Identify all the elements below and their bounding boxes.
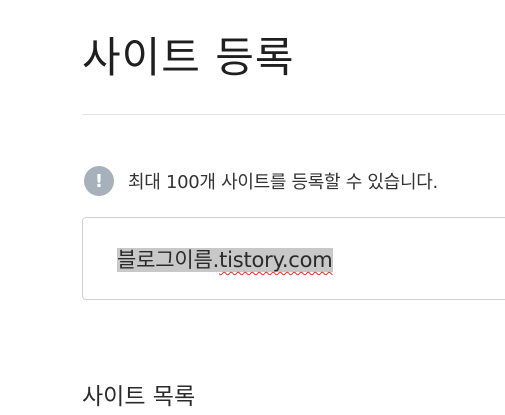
site-registration-page: 사이트 등록 ! 최대 100개 사이트를 등록할 수 있습니다. 블로그이름.… — [0, 0, 505, 415]
exclamation-icon: ! — [84, 166, 114, 196]
site-list-title: 사이트 목록 — [82, 384, 196, 410]
title-divider — [82, 114, 505, 115]
site-url-input[interactable]: 블로그이름.tistory.com — [82, 217, 505, 300]
site-url-value-domain: tistory.com — [219, 248, 333, 272]
site-url-value-prefix: 블로그이름. — [117, 248, 220, 272]
site-url-value[interactable]: 블로그이름.tistory.com — [117, 244, 333, 274]
site-limit-notice: ! 최대 100개 사이트를 등록할 수 있습니다. — [84, 166, 438, 196]
page-title: 사이트 등록 — [82, 33, 295, 82]
notice-text: 최대 100개 사이트를 등록할 수 있습니다. — [128, 172, 438, 193]
